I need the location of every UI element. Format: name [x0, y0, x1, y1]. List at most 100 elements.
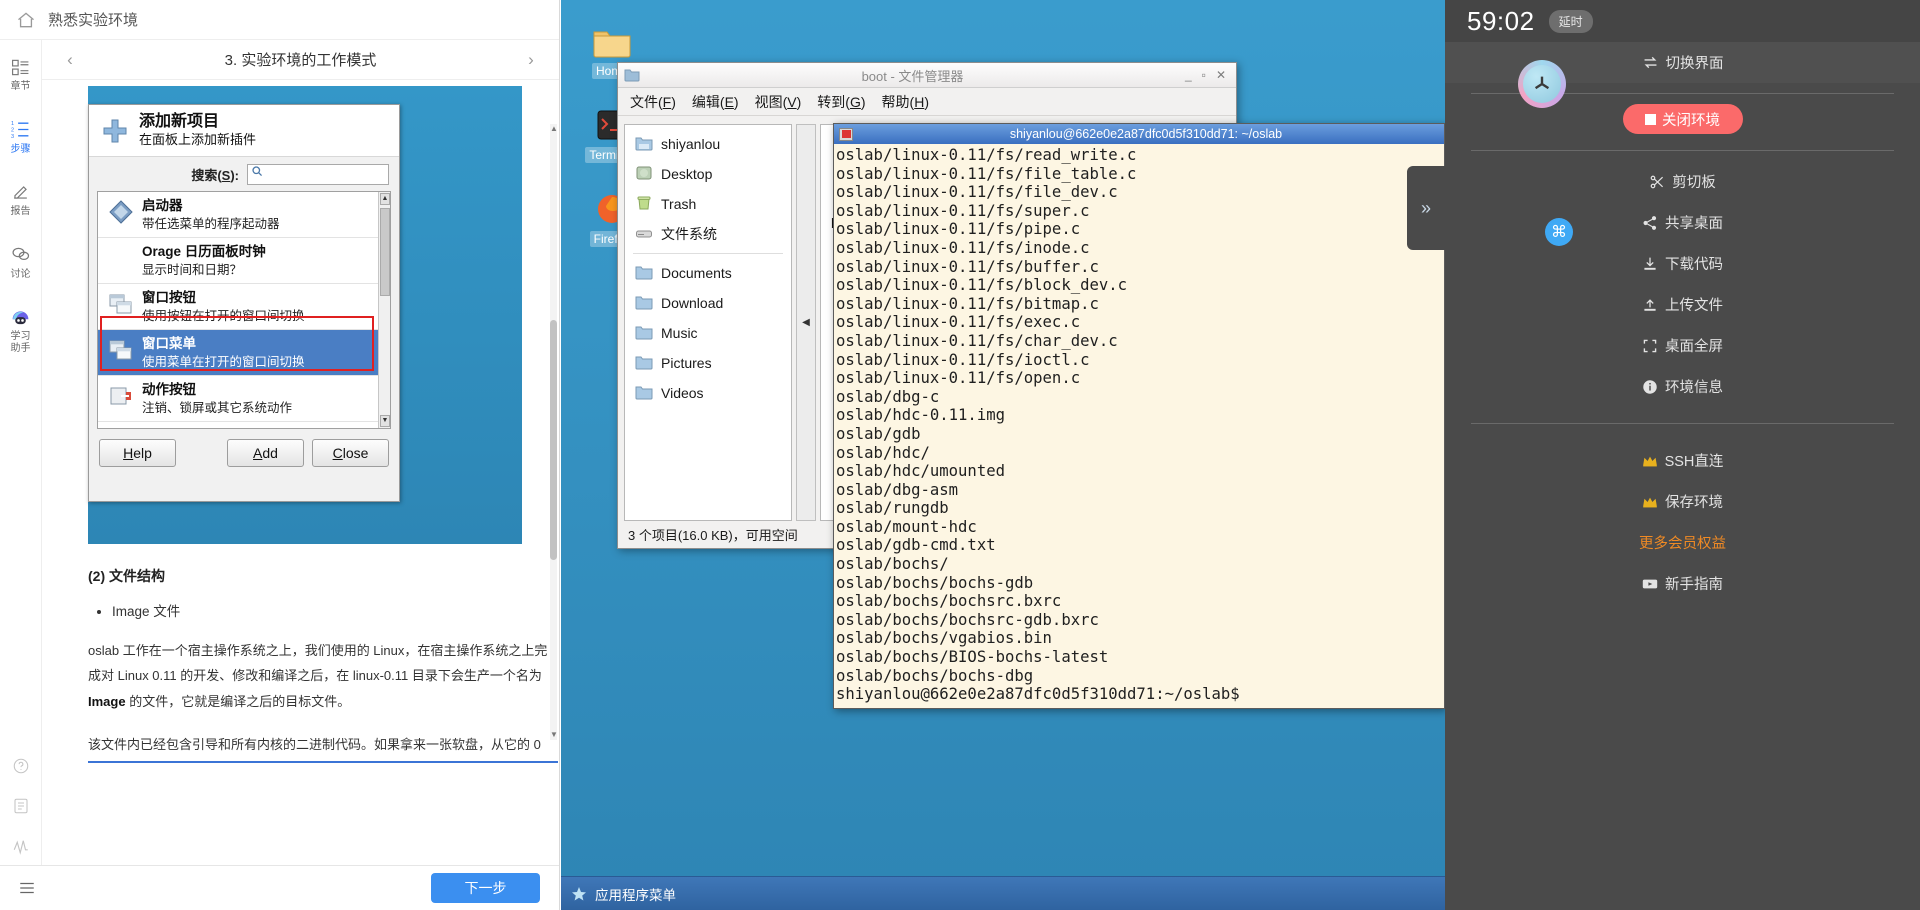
- close-environment-button[interactable]: 关闭环境: [1623, 104, 1743, 134]
- timer-value: 59:02: [1467, 6, 1535, 37]
- scroll-down-arrow[interactable]: ▼: [550, 730, 557, 740]
- help-circle-icon[interactable]: [12, 755, 30, 777]
- folder-icon: [635, 384, 653, 403]
- home-folder-icon: [635, 135, 653, 154]
- scroll-up-arrow[interactable]: ▲: [380, 193, 390, 205]
- scroll-down-arrow[interactable]: ▼: [380, 415, 390, 427]
- next-step-button[interactable]: 下一步: [431, 873, 540, 903]
- next-page-button[interactable]: ›: [521, 50, 541, 70]
- beginner-guide-label: 新手指南: [1665, 573, 1723, 594]
- info-icon: [1642, 379, 1658, 395]
- doc-heading: (2) 文件结构: [88, 566, 559, 586]
- dialog-search-row: 搜索(S):: [89, 157, 399, 191]
- crown-icon: [1642, 454, 1658, 468]
- list-icon[interactable]: [16, 877, 44, 899]
- file-manager-titlebar[interactable]: boot - 文件管理器 _ ▫ ✕: [618, 63, 1236, 88]
- sidebar-item-trash[interactable]: Trash: [625, 189, 791, 219]
- sidebar-item-label: 章节: [11, 81, 31, 93]
- upload-file-button[interactable]: 上传文件: [1445, 284, 1920, 325]
- vnc-desktop[interactable]: Home Terminal Firefox: [561, 0, 1445, 910]
- sidebar-item-videos[interactable]: Videos: [625, 378, 791, 408]
- share-desktop-button[interactable]: 共享桌面: [1445, 202, 1920, 243]
- plus-icon: [101, 117, 129, 145]
- help-button[interactable]: Help: [99, 439, 176, 467]
- divider: [1471, 150, 1894, 151]
- close-button[interactable]: Close: [312, 439, 389, 467]
- command-key-badge[interactable]: ⌘: [1545, 218, 1573, 246]
- prev-page-button[interactable]: ‹: [60, 50, 80, 70]
- sidebar-item-label: 文件系统: [661, 224, 717, 244]
- save-environment-button[interactable]: 保存环境: [1445, 481, 1920, 522]
- home-icon[interactable]: [16, 10, 36, 30]
- menu-file[interactable]: 文件(F): [630, 92, 676, 112]
- terminal-icon: [839, 128, 853, 141]
- add-button[interactable]: Add: [227, 439, 304, 467]
- sidebar-item-chapters[interactable]: 章节: [0, 56, 42, 93]
- doc-paragraph-2: 该文件内已经包含引导和所有内核的二进制代码。如果拿来一张软盘，从它的 0: [88, 732, 558, 763]
- menu-go[interactable]: 转到(G): [817, 92, 865, 112]
- list-item-selected[interactable]: 窗口菜单 使用菜单在打开的窗口间切换: [98, 330, 390, 376]
- fullscreen-button[interactable]: 桌面全屏: [1445, 325, 1920, 366]
- sidebar-item-filesystem[interactable]: 文件系统: [625, 219, 791, 249]
- sidebar-item-steps[interactable]: 1 2 3 步骤: [0, 119, 42, 156]
- svg-text:2: 2: [11, 127, 14, 133]
- xfce-taskbar[interactable]: 应用程序菜单: [561, 876, 1445, 910]
- environment-info-button[interactable]: 环境信息: [1445, 366, 1920, 407]
- more-member-benefits-link[interactable]: 更多会员权益: [1445, 522, 1920, 563]
- chapters-icon: [11, 56, 30, 78]
- sidebar-item-music[interactable]: Music: [625, 318, 791, 348]
- download-code-button[interactable]: 下载代码: [1445, 243, 1920, 284]
- sidebar-item-download[interactable]: Download: [625, 288, 791, 318]
- search-input[interactable]: [247, 164, 389, 185]
- maximize-button[interactable]: ▫: [1202, 68, 1206, 82]
- sidebar-expand-handle[interactable]: »: [1407, 166, 1445, 250]
- terminal-output[interactable]: oslab/linux-0.11/fs/read_write.c oslab/l…: [834, 144, 1444, 704]
- switch-interface-label: 切换界面: [1666, 52, 1724, 73]
- list-item[interactable]: 启动器 带任选菜单的程序起动器: [98, 192, 390, 238]
- sidebar-item-report[interactable]: 报告: [0, 181, 42, 218]
- action-icon: [108, 383, 134, 409]
- list-scrollbar[interactable]: ▲ ▼: [378, 192, 390, 428]
- plugin-list[interactable]: 启动器 带任选菜单的程序起动器 Orage 日历面板时钟 显示时间和日期？: [97, 191, 391, 429]
- doc-paragraph-1: oslab 工作在一个宿主操作系统之上，我们使用的 Linux，在宿主操作系统之…: [88, 638, 558, 714]
- close-button[interactable]: ✕: [1216, 68, 1226, 82]
- courseware-rail-bottom: [0, 755, 42, 857]
- dialog-buttons: Help Add Close: [89, 429, 399, 467]
- clipboard-label: 剪切板: [1672, 171, 1716, 192]
- sidebar-item-discuss[interactable]: 讨论: [0, 244, 42, 281]
- sidebar-item-shiyanlou[interactable]: shiyanlou: [625, 129, 791, 159]
- extend-time-button[interactable]: 延时: [1549, 10, 1593, 33]
- sidebar-item-documents[interactable]: Documents: [625, 258, 791, 288]
- document-icon[interactable]: [12, 795, 30, 817]
- list-item[interactable]: 窗口按钮 使用按钮在打开的窗口间切换: [98, 284, 390, 330]
- app-menu-label[interactable]: 应用程序菜单: [595, 884, 676, 904]
- menu-view[interactable]: 视图(V): [755, 92, 802, 112]
- menu-edit[interactable]: 编辑(E): [692, 92, 739, 112]
- list-item[interactable]: 动作按钮 注销、锁屏或其它系统动作: [98, 376, 390, 422]
- terminal-window[interactable]: shiyanlou@662e0e2a87dfc0d5f310dd71: ~/os…: [833, 123, 1445, 709]
- scroll-thumb[interactable]: [380, 208, 390, 296]
- scroll-up-arrow[interactable]: ▲: [550, 124, 557, 134]
- list-item[interactable]: Orage 日历面板时钟 显示时间和日期？: [98, 238, 390, 284]
- sidebar-item-label: Desktop: [661, 166, 712, 182]
- terminal-titlebar[interactable]: shiyanlou@662e0e2a87dfc0d5f310dd71: ~/os…: [834, 124, 1444, 144]
- beginner-guide-button[interactable]: 新手指南: [1445, 563, 1920, 604]
- switch-interface-button[interactable]: 切换界面: [1445, 42, 1920, 83]
- activity-icon[interactable]: [12, 835, 30, 857]
- minimize-button[interactable]: _: [1185, 68, 1192, 82]
- ssh-direct-button[interactable]: SSH直连: [1445, 440, 1920, 481]
- clipboard-button[interactable]: 剪切板: [1445, 161, 1920, 202]
- sidebar-item-assistant[interactable]: 学习助手: [0, 306, 42, 354]
- dialog-subtitle: 在面板上添加新插件: [139, 132, 256, 147]
- window-title: boot - 文件管理器: [640, 66, 1185, 85]
- sidebar-item-pictures[interactable]: Pictures: [625, 348, 791, 378]
- sidebar-collapse-button[interactable]: ◀: [796, 124, 816, 521]
- sidebar-item-label: Trash: [661, 196, 696, 212]
- doc-screenshot-image: 添加新项目 在面板上添加新插件 搜索(S):: [88, 86, 522, 544]
- menu-help[interactable]: 帮助(H): [882, 92, 929, 112]
- scrollbar-thumb[interactable]: [550, 320, 557, 560]
- doc-scrollbar[interactable]: ▲ ▼: [550, 124, 557, 740]
- app-menu-icon[interactable]: [571, 886, 587, 902]
- sidebar-item-desktop[interactable]: Desktop: [625, 159, 791, 189]
- courseware-footer: 下一步: [0, 865, 560, 910]
